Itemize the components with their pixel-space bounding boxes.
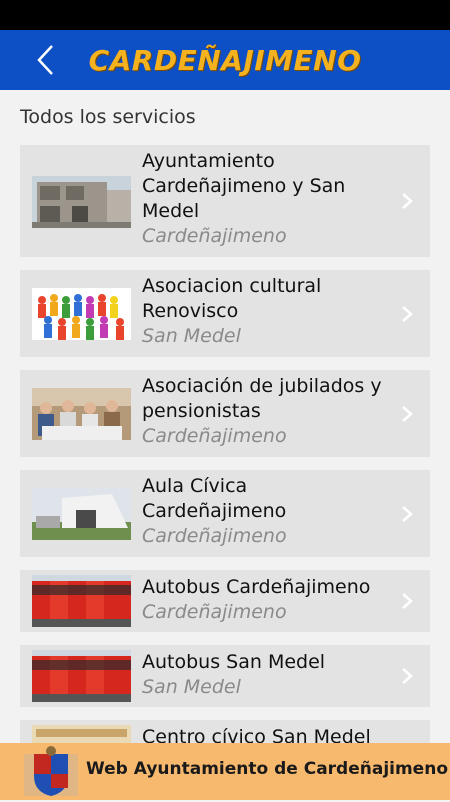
item-title: Asociacion cultural Renovisco (142, 274, 390, 324)
coat-of-arms-icon (22, 746, 80, 798)
list-item[interactable]: Aula Cívica Cardeñajimeno Cardeñajimeno (20, 470, 430, 557)
item-title: Autobus San Medel (142, 650, 390, 675)
footer-text: Web Ayuntamiento de Cardeñajimeno (86, 759, 448, 779)
list-item[interactable]: Asociación de jubilados y pensionistas C… (20, 370, 430, 457)
building-photo-icon (32, 488, 131, 540)
list-item[interactable]: Centro cívico San Medel (20, 720, 430, 743)
item-location: Cardeñajimeno (142, 524, 390, 549)
list-item[interactable]: Autobus San Medel San Medel (20, 645, 430, 707)
item-location: San Medel (142, 324, 390, 349)
footer-banner[interactable]: Web Ayuntamiento de Cardeñajimeno (0, 743, 450, 800)
chevron-right-icon (400, 667, 414, 685)
item-title: Asociación de jubilados y pensionistas (142, 374, 390, 424)
poster-photo-icon (32, 725, 131, 743)
item-title: Aula Cívica Cardeñajimeno (142, 474, 390, 524)
buses-photo-icon (32, 575, 131, 627)
seniors-photo-icon (32, 388, 131, 440)
item-title: Autobus Cardeñajimeno (142, 575, 390, 600)
buses-photo-icon (32, 650, 131, 702)
item-location: Cardeñajimeno (142, 224, 390, 249)
chevron-right-icon (400, 405, 414, 423)
status-bar (0, 0, 450, 30)
chevron-right-icon (400, 192, 414, 210)
app-logo: CARDEÑAJIMENO (89, 44, 362, 77)
chevron-left-icon (36, 44, 54, 76)
list-item[interactable]: Autobus Cardeñajimeno Cardeñajimeno (20, 570, 430, 632)
section-title: Todos los servicios (20, 106, 196, 128)
back-button[interactable] (30, 42, 60, 78)
item-location: Cardeñajimeno (142, 424, 390, 449)
chevron-right-icon (400, 505, 414, 523)
chevron-right-icon (400, 592, 414, 610)
list-item[interactable]: Asociacion cultural Renovisco San Medel (20, 270, 430, 357)
services-list[interactable]: Todos los servicios Ayuntamiento Cardeña… (0, 90, 450, 743)
app-bar: CARDEÑAJIMENO (0, 30, 450, 90)
chevron-right-icon (400, 305, 414, 323)
town-hall-photo-icon (32, 176, 131, 228)
item-title: Centro cívico San Medel (142, 725, 390, 743)
item-location: Cardeñajimeno (142, 600, 390, 625)
item-location: San Medel (142, 675, 390, 700)
list-item[interactable]: Ayuntamiento Cardeñajimeno y San Medel C… (20, 145, 430, 257)
people-group-photo-icon (32, 288, 131, 340)
item-title: Ayuntamiento Cardeñajimeno y San Medel (142, 149, 390, 224)
